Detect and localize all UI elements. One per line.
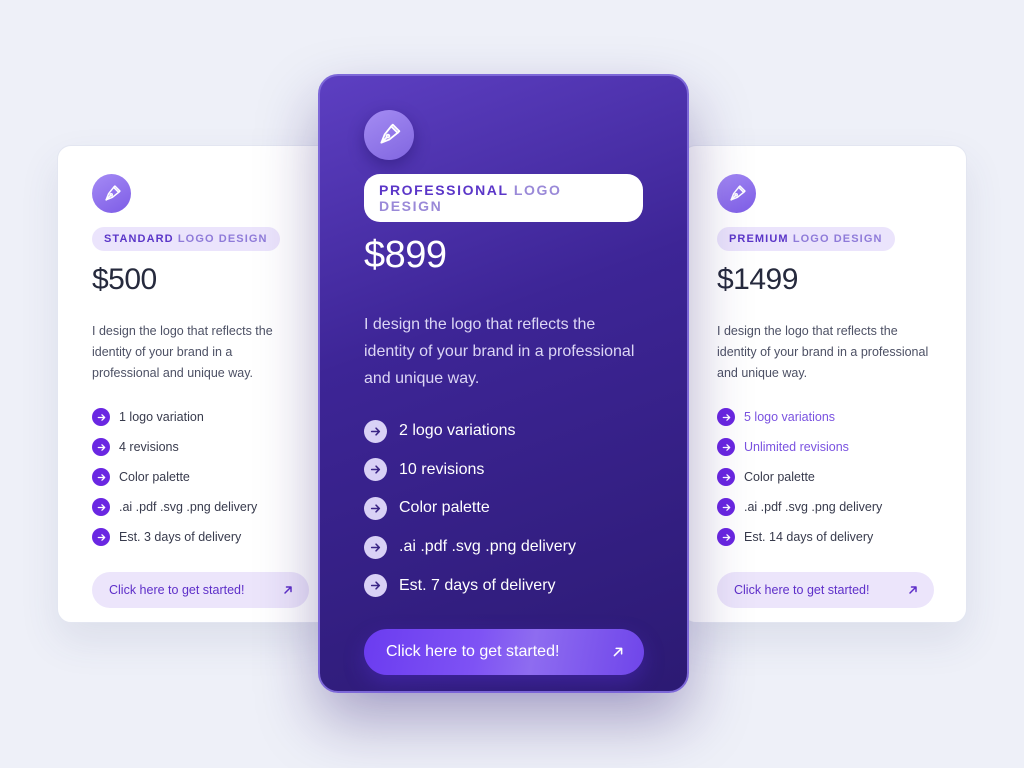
pricing-card-professional: PROFESSIONAL LOGO DESIGN $899 I design t… xyxy=(318,74,689,693)
arrow-right-icon xyxy=(92,528,110,546)
feature-item: 1 logo variation xyxy=(92,402,298,432)
get-started-button[interactable]: Click here to get started! xyxy=(717,572,934,608)
feature-item: 10 revisions xyxy=(364,451,643,490)
plan-badge: PREMIUM LOGO DESIGN xyxy=(717,227,895,251)
get-started-button[interactable]: Click here to get started! xyxy=(364,628,644,675)
plan-price: $899 xyxy=(364,234,447,276)
plan-description: I design the logo that reflects the iden… xyxy=(364,316,635,387)
feature-list: 5 logo variations Unlimited revisions Co… xyxy=(717,402,932,552)
arrow-right-icon xyxy=(92,468,110,486)
arrow-right-icon xyxy=(364,574,387,598)
pen-nib-icon xyxy=(364,110,414,160)
feature-item: 5 logo variations xyxy=(717,402,932,432)
arrow-right-icon xyxy=(717,468,735,486)
pen-nib-icon xyxy=(92,174,131,213)
feature-item: 2 logo variations xyxy=(364,412,643,451)
arrow-right-icon xyxy=(717,408,735,426)
feature-item: Color palette xyxy=(717,462,932,492)
plan-badge: PROFESSIONAL LOGO DESIGN xyxy=(364,174,643,222)
arrow-right-icon xyxy=(92,408,110,426)
pricing-card-premium: PREMIUM LOGO DESIGN $1499 I design the l… xyxy=(682,145,967,623)
get-started-button[interactable]: Click here to get started! xyxy=(92,572,309,608)
arrow-right-icon xyxy=(717,438,735,456)
feature-item: Color palette xyxy=(92,462,298,492)
feature-item: .ai .pdf .svg .png delivery xyxy=(364,528,643,567)
arrow-right-icon xyxy=(92,498,110,516)
feature-item: Est. 3 days of delivery xyxy=(92,522,298,552)
feature-item: .ai .pdf .svg .png delivery xyxy=(717,492,932,522)
plan-price: $500 xyxy=(92,263,157,296)
arrow-right-icon xyxy=(364,458,387,482)
arrow-up-right-icon xyxy=(612,646,624,658)
arrow-right-icon xyxy=(364,419,387,443)
arrow-right-icon xyxy=(92,438,110,456)
arrow-right-icon xyxy=(364,535,387,559)
feature-item: Est. 14 days of delivery xyxy=(717,522,932,552)
feature-item: Est. 7 days of delivery xyxy=(364,566,643,605)
feature-list: 2 logo variations 10 revisions Color pal… xyxy=(364,412,643,605)
pricing-card-standard: STANDARD LOGO DESIGN $500 I design the l… xyxy=(57,145,333,623)
feature-item: Color palette xyxy=(364,489,643,528)
feature-item: .ai .pdf .svg .png delivery xyxy=(92,492,298,522)
feature-item: 4 revisions xyxy=(92,432,298,462)
feature-list: 1 logo variation 4 revisions Color palet… xyxy=(92,402,298,552)
plan-price: $1499 xyxy=(717,263,798,296)
arrow-right-icon xyxy=(717,498,735,516)
plan-description: I design the logo that reflects the iden… xyxy=(92,324,273,380)
arrow-up-right-icon xyxy=(283,585,293,595)
pen-nib-icon xyxy=(717,174,756,213)
plan-badge: STANDARD LOGO DESIGN xyxy=(92,227,280,251)
arrow-up-right-icon xyxy=(908,585,918,595)
arrow-right-icon xyxy=(364,496,387,520)
plan-description: I design the logo that reflects the iden… xyxy=(717,324,929,380)
feature-item: Unlimited revisions xyxy=(717,432,932,462)
arrow-right-icon xyxy=(717,528,735,546)
